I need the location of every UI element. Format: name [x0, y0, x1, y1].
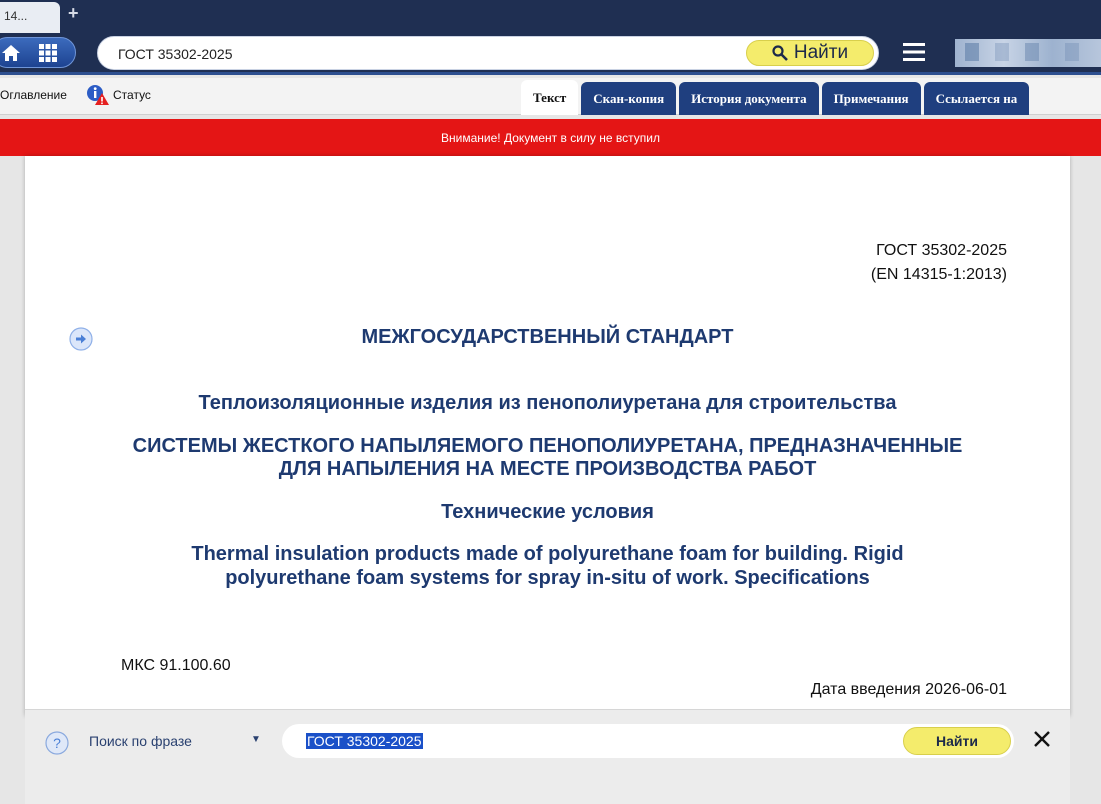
doc-subtitle: Технические условия [441, 501, 654, 523]
user-account-area[interactable] [955, 39, 1101, 67]
doc-en-code: (EN 14315-1:2013) [870, 266, 1007, 283]
doc-en-title-line-2: polyurethane foam systems for spray in-s… [225, 567, 870, 589]
home-apps-group [0, 37, 76, 68]
home-icon[interactable] [1, 44, 21, 62]
info-warning-icon [87, 85, 109, 105]
phrase-search-input[interactable]: ГОСТ 35302-2025 Найти [282, 724, 1014, 758]
phrase-search-value: ГОСТ 35302-2025 [306, 733, 423, 749]
menu-icon[interactable] [903, 42, 925, 62]
search-mode-dropdown-icon[interactable]: ▼ [251, 734, 261, 745]
document-page: ГОСТ 35302-2025 (EN 14315-1:2013) МЕЖГОС… [25, 156, 1070, 716]
phrase-find-button[interactable]: Найти [903, 727, 1011, 755]
main-search-value: ГОСТ 35302-2025 [118, 46, 233, 62]
not-in-force-alert: Внимание! Документ в силу не вступил [0, 119, 1101, 156]
main-toolbar: ГОСТ 35302-2025 Найти [0, 33, 1101, 75]
search-icon [772, 45, 788, 61]
doc-en-title-line-1: Thermal insulation products made of poly… [191, 543, 904, 565]
apps-grid-icon[interactable] [39, 44, 57, 62]
tab-references[interactable]: Ссылается на [923, 82, 1030, 115]
tab-notes[interactable]: Примечания [821, 82, 921, 115]
doc-group: Теплоизоляционные изделия из пенополиуре… [198, 392, 897, 414]
toc-link[interactable]: Оглавление [0, 88, 67, 102]
close-icon[interactable] [1031, 728, 1053, 750]
main-search-input[interactable]: ГОСТ 35302-2025 Найти [97, 36, 879, 70]
search-mode-label[interactable]: Поиск по фразе [89, 733, 192, 749]
help-icon[interactable]: ? [45, 731, 69, 755]
doc-code: ГОСТ 35302-2025 [876, 242, 1007, 259]
browser-tab-title: 14... [4, 9, 28, 23]
find-button-label: Найти [793, 42, 849, 63]
status-label: Статус [113, 88, 151, 102]
find-button[interactable]: Найти [746, 40, 874, 66]
doc-mks: МКС 91.100.60 [121, 657, 231, 674]
document-tabs: Текст Скан-копия История документа Приме… [521, 80, 1030, 115]
doc-kind: МЕЖГОСУДАРСТВЕННЫЙ СТАНДАРТ [361, 326, 734, 348]
status-link[interactable]: Статус [86, 84, 151, 106]
document-header-bar: Оглавление Статус Текст Скан-копия Истор… [0, 78, 1101, 115]
doc-title-line-1: СИСТЕМЫ ЖЕСТКОГО НАПЫЛЯЕМОГО ПЕНОПОЛИУРЕ… [132, 435, 963, 457]
browser-tab[interactable]: 14... [0, 2, 60, 33]
doc-title-line-2: ДЛЯ НАПЫЛЕНИЯ НА МЕСТЕ ПРОИЗВОДСТВА РАБО… [278, 458, 817, 480]
browser-tab-strip: 14... + [0, 0, 1101, 33]
alert-text: Внимание! Документ в силу не вступил [441, 130, 660, 145]
phrase-search-bar: ? Поиск по фразе ▼ ГОСТ 35302-2025 Найти [25, 709, 1070, 804]
tab-text[interactable]: Текст [521, 80, 579, 115]
svg-text:?: ? [53, 735, 61, 751]
doc-intro-date: Дата введения 2026-06-01 [810, 681, 1007, 698]
tab-scan-copy[interactable]: Скан-копия [581, 82, 677, 115]
tab-document-history[interactable]: История документа [679, 82, 819, 115]
new-tab-button[interactable]: + [68, 3, 79, 24]
